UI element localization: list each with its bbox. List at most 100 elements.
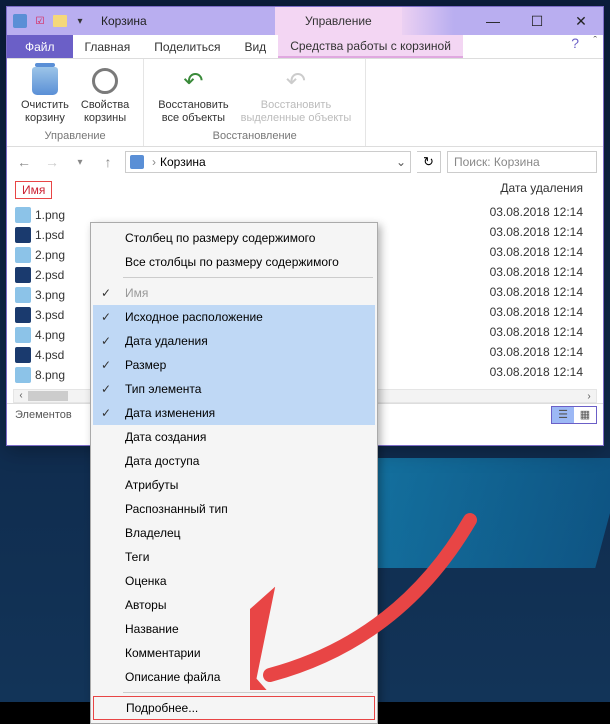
ribbon-group-manage: Очистить корзину Свойства корзины Управл…: [7, 59, 144, 146]
ribbon-tabs: Файл Главная Поделиться Вид Средства раб…: [7, 35, 603, 59]
list-item[interactable]: 4.psd: [15, 345, 65, 365]
scroll-right-icon[interactable]: ›: [582, 390, 596, 402]
back-button[interactable]: ←: [13, 151, 35, 173]
restore-selected-label: Восстановить выделенные объекты: [241, 99, 352, 125]
close-button[interactable]: ✕: [559, 7, 603, 35]
list-item[interactable]: 4.png: [15, 325, 65, 345]
recent-dropdown[interactable]: ▾: [69, 151, 91, 173]
file-date: 03.08.2018 12:14: [490, 265, 583, 285]
cm-authors[interactable]: Авторы: [93, 593, 375, 617]
file-name: 4.psd: [35, 348, 64, 362]
cm-more[interactable]: Подробнее...: [93, 696, 375, 720]
cm-date-created[interactable]: Дата создания: [93, 425, 375, 449]
details-view-button[interactable]: ☰: [552, 407, 574, 423]
address-dropdown-icon[interactable]: ⌄: [396, 155, 406, 169]
file-name: 2.png: [35, 248, 65, 262]
minimize-button[interactable]: —: [471, 7, 515, 35]
psd-file-icon: [15, 267, 31, 283]
qa-dropdown-icon[interactable]: ▾: [71, 12, 89, 30]
cm-name: ✓Имя: [93, 281, 375, 305]
folder-icon[interactable]: [51, 12, 69, 30]
ribbon: Очистить корзину Свойства корзины Управл…: [7, 59, 603, 147]
cm-size-all-columns[interactable]: Все столбцы по размеру содержимого: [93, 250, 375, 274]
png-file-icon: [15, 247, 31, 263]
list-item[interactable]: 2.psd: [15, 265, 65, 285]
cm-size-column[interactable]: Столбец по размеру содержимого: [93, 226, 375, 250]
maximize-button[interactable]: ☐: [515, 7, 559, 35]
restore-selected-icon: ↶: [280, 65, 312, 97]
search-input[interactable]: Поиск: Корзина: [447, 151, 597, 173]
png-file-icon: [15, 207, 31, 223]
check-icon: ✓: [101, 334, 111, 348]
list-item[interactable]: 2.png: [15, 245, 65, 265]
column-context-menu: Столбец по размеру содержимого Все столб…: [90, 222, 378, 724]
tab-view[interactable]: Вид: [232, 35, 278, 58]
cm-owner[interactable]: Владелец: [93, 521, 375, 545]
png-file-icon: [15, 287, 31, 303]
cm-separator: [123, 692, 373, 693]
qa-checkbox-icon[interactable]: ☑: [31, 12, 49, 30]
scroll-left-icon[interactable]: ‹: [14, 390, 28, 401]
file-date: 03.08.2018 12:14: [490, 285, 583, 305]
list-item[interactable]: 3.png: [15, 285, 65, 305]
cm-separator: [123, 277, 373, 278]
cm-size[interactable]: ✓Размер: [93, 353, 375, 377]
cm-rating[interactable]: Оценка: [93, 569, 375, 593]
properties-label: Свойства корзины: [81, 99, 129, 125]
cm-title[interactable]: Название: [93, 617, 375, 641]
recycle-bin-icon[interactable]: [11, 12, 29, 30]
cm-date-modified[interactable]: ✓Дата изменения: [93, 401, 375, 425]
date-list: 03.08.2018 12:1403.08.2018 12:1403.08.20…: [490, 205, 583, 385]
file-date: 03.08.2018 12:14: [490, 325, 583, 345]
list-item[interactable]: 3.psd: [15, 305, 65, 325]
help-icon[interactable]: ?: [571, 35, 579, 51]
list-item[interactable]: 8.png: [15, 365, 65, 385]
file-date: 03.08.2018 12:14: [490, 205, 583, 225]
file-list: 1.png 1.psd 2.png 2.psd 3.png 3.psd 4.png 4.psd…: [15, 205, 65, 385]
contextual-tab-header: Управление: [275, 7, 402, 35]
list-item[interactable]: 1.psd: [15, 225, 65, 245]
file-name: 1.png: [35, 208, 65, 222]
file-date: 03.08.2018 12:14: [490, 245, 583, 265]
restore-all-label: Восстановить все объекты: [158, 99, 228, 125]
refresh-button[interactable]: ↻: [417, 151, 441, 173]
png-file-icon: [15, 327, 31, 343]
collapse-ribbon-icon[interactable]: ˆ: [593, 35, 597, 47]
cm-original-location[interactable]: ✓Исходное расположение: [93, 305, 375, 329]
psd-file-icon: [15, 227, 31, 243]
trash-icon: [29, 65, 61, 97]
file-name: 3.psd: [35, 308, 64, 322]
cm-type[interactable]: ✓Тип элемента: [93, 377, 375, 401]
restore-selected-button: ↶ Восстановить выделенные объекты: [235, 63, 358, 128]
icons-view-button[interactable]: ▦: [574, 407, 596, 423]
cm-date-accessed[interactable]: Дата доступа: [93, 449, 375, 473]
scroll-thumb[interactable]: [28, 391, 68, 401]
check-icon: ✓: [101, 286, 111, 300]
recycle-properties-button[interactable]: Свойства корзины: [75, 63, 135, 128]
restore-icon: ↶: [177, 65, 209, 97]
cm-tags[interactable]: Теги: [93, 545, 375, 569]
tab-file[interactable]: Файл: [7, 35, 73, 58]
tab-home[interactable]: Главная: [73, 35, 143, 58]
cm-perceived-type[interactable]: Распознанный тип: [93, 497, 375, 521]
tab-recycle-tools[interactable]: Средства работы с корзиной: [278, 35, 463, 58]
file-date: 03.08.2018 12:14: [490, 345, 583, 365]
titlebar[interactable]: ☑ ▾ Корзина Управление — ☐ ✕: [7, 7, 603, 35]
cm-attributes[interactable]: Атрибуты: [93, 473, 375, 497]
address-bar[interactable]: › Корзина ⌄: [125, 151, 411, 173]
address-bin-icon: [130, 155, 144, 169]
file-name: 2.psd: [35, 268, 64, 282]
cm-file-description[interactable]: Описание файла: [93, 665, 375, 689]
list-item[interactable]: 1.png: [15, 205, 65, 225]
empty-recycle-button[interactable]: Очистить корзину: [15, 63, 75, 128]
tab-share[interactable]: Поделиться: [142, 35, 232, 58]
png-file-icon: [15, 367, 31, 383]
psd-file-icon: [15, 307, 31, 323]
cm-date-deleted[interactable]: ✓Дата удаления: [93, 329, 375, 353]
breadcrumb[interactable]: Корзина: [160, 155, 206, 169]
up-button[interactable]: ↑: [97, 151, 119, 173]
restore-all-button[interactable]: ↶ Восстановить все объекты: [152, 63, 234, 128]
cm-comments[interactable]: Комментарии: [93, 641, 375, 665]
column-name-header[interactable]: Имя: [15, 181, 52, 199]
column-date-deleted-header[interactable]: Дата удаления: [500, 181, 583, 195]
